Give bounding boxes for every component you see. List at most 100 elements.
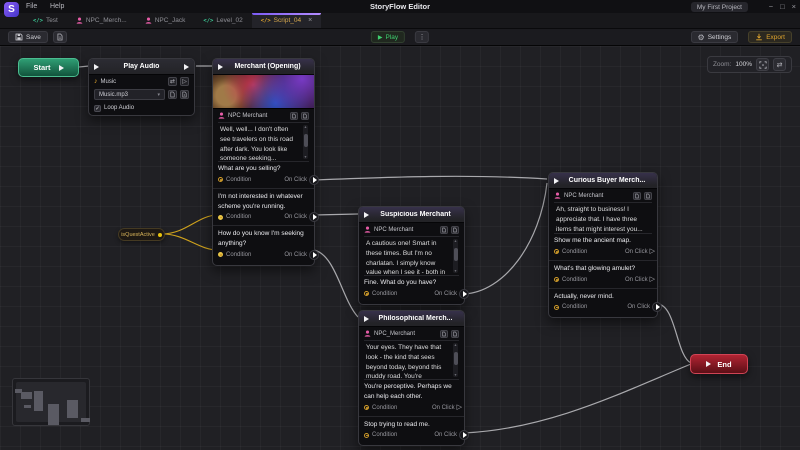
auto-layout-button[interactable]: ⇄	[773, 58, 786, 71]
swap-audio-button[interactable]: ⇄	[168, 77, 177, 86]
scrollbar-thumb[interactable]	[454, 352, 458, 365]
variable-node-isquestactive[interactable]: isQuestActive	[118, 228, 165, 241]
dialogue-option[interactable]: Actually, never mind. Condition On Click	[549, 290, 657, 318]
dialogue-text-box[interactable]: Ah, straight to business! I appreciate t…	[554, 202, 652, 234]
loop-audio-checkbox[interactable]: ✓	[94, 105, 101, 112]
output-port[interactable]	[184, 64, 189, 70]
dialogue-option[interactable]: How do you know I'm seeking anything? Co…	[213, 227, 314, 265]
dialogue-option[interactable]: What's that glowing amulet? Condition On…	[549, 262, 657, 287]
input-port[interactable]	[364, 316, 369, 322]
input-port[interactable]	[94, 64, 99, 70]
input-port[interactable]	[554, 178, 559, 184]
tab-script-04[interactable]: </> Script_04 ×	[252, 13, 322, 28]
dialogue-text-box[interactable]: A cautious one! Smart in these times. Bu…	[364, 236, 459, 276]
on-click-port[interactable]	[309, 212, 319, 222]
copy-icon[interactable]	[633, 192, 641, 200]
node-start[interactable]: Start	[18, 58, 79, 77]
node-canvas[interactable]: Start Play Audio ♪ Music ⇄ ▷ Music.mp3	[0, 46, 800, 450]
node-header[interactable]: Suspicious Merchant	[359, 207, 464, 223]
dialogue-option[interactable]: What are you selling? Condition On Click	[213, 162, 314, 187]
condition-port[interactable]	[218, 252, 223, 257]
node-suspicious-merchant[interactable]: Suspicious Merchant NPC Merchant A cauti…	[358, 206, 465, 305]
copy-icon[interactable]	[440, 330, 448, 338]
on-click-port[interactable]	[459, 430, 469, 440]
dialogue-option[interactable]: Show me the ancient map. Condition On Cl…	[549, 234, 657, 259]
menu-help[interactable]: Help	[46, 0, 68, 13]
dialogue-option[interactable]: I'm not interested in whatever scheme yo…	[213, 190, 314, 225]
scroll-down-icon[interactable]: ▼	[453, 373, 458, 377]
on-click-port[interactable]: ▷	[650, 276, 655, 283]
condition-port[interactable]	[554, 277, 559, 282]
close-icon[interactable]: ×	[792, 2, 796, 11]
scroll-down-icon[interactable]: ▼	[303, 155, 308, 159]
condition-port[interactable]	[364, 405, 369, 410]
condition-port[interactable]	[218, 177, 223, 182]
new-script-button[interactable]	[53, 31, 67, 43]
on-click-port[interactable]	[459, 289, 469, 299]
output-port[interactable]	[59, 65, 64, 71]
scroll-up-icon[interactable]: ▲	[453, 343, 458, 347]
condition-port[interactable]	[364, 291, 369, 296]
edit-icon[interactable]	[451, 330, 459, 338]
dialogue-text-box[interactable]: Well, well... I don't often see traveler…	[218, 122, 309, 162]
node-header[interactable]: Philosophical Merch...	[359, 311, 464, 327]
node-end[interactable]: End	[690, 354, 748, 374]
dialogue-option[interactable]: You're perceptive. Perhaps we can help e…	[359, 380, 464, 415]
fit-view-button[interactable]	[756, 58, 769, 71]
condition-port[interactable]	[554, 249, 559, 254]
play-button[interactable]: ▶ Play	[371, 31, 405, 43]
tab-npc-jack[interactable]: NPC_Jack	[136, 13, 195, 28]
node-header[interactable]: Curious Buyer Merch...	[549, 173, 657, 189]
project-name-badge[interactable]: My First Project	[691, 2, 748, 12]
settings-button[interactable]: ⚙ Settings	[691, 31, 739, 43]
on-click-port[interactable]	[652, 302, 662, 312]
input-port[interactable]	[706, 361, 711, 367]
import-file-button[interactable]	[180, 90, 189, 99]
tab-close-icon[interactable]: ×	[308, 17, 312, 24]
input-port[interactable]	[364, 212, 369, 218]
copy-icon[interactable]	[440, 226, 448, 234]
scroll-down-icon[interactable]: ▼	[453, 269, 458, 273]
on-click-port[interactable]	[309, 175, 319, 185]
condition-port[interactable]	[364, 433, 369, 438]
scrollbar-thumb[interactable]	[454, 248, 458, 261]
on-click-port[interactable]: ▷	[457, 404, 462, 411]
node-header[interactable]: Merchant (Opening)	[213, 59, 314, 75]
browse-file-button[interactable]	[168, 90, 177, 99]
dialogue-text-box[interactable]: Your eyes. They have that look - the kin…	[364, 340, 459, 380]
node-merchant-opening[interactable]: Merchant (Opening) NPC Merchant Well, we…	[212, 58, 315, 266]
variable-output-port[interactable]	[158, 233, 162, 237]
minimize-icon[interactable]: −	[769, 2, 773, 11]
tab-level-02[interactable]: </> Level_02	[194, 13, 251, 28]
menu-file[interactable]: File	[22, 0, 41, 13]
play-options-button[interactable]: ⋮	[415, 31, 429, 43]
scrollbar[interactable]: ▲ ▼	[453, 343, 458, 377]
maximize-icon[interactable]: □	[780, 2, 785, 11]
node-curious-buyer-merchant[interactable]: Curious Buyer Merch... NPC Merchant Ah, …	[548, 172, 658, 318]
minimap[interactable]	[12, 378, 90, 426]
audio-file-select[interactable]: Music.mp3 ▾	[94, 89, 165, 100]
on-click-port[interactable]	[309, 250, 319, 260]
scroll-up-icon[interactable]: ▲	[303, 125, 308, 129]
export-button[interactable]: Export	[748, 31, 792, 43]
edit-icon[interactable]	[451, 226, 459, 234]
save-button[interactable]: Save	[8, 31, 48, 43]
tab-npc-merch[interactable]: NPC_Merch...	[67, 13, 136, 28]
scrollbar-thumb[interactable]	[304, 134, 308, 147]
node-philosophical-merchant[interactable]: Philosophical Merch... NPC_Merchant Your…	[358, 310, 465, 446]
copy-icon[interactable]	[290, 112, 298, 120]
edit-icon[interactable]	[301, 112, 309, 120]
condition-port[interactable]	[554, 305, 559, 310]
scrollbar[interactable]: ▲ ▼	[453, 239, 458, 273]
edit-icon[interactable]	[644, 192, 652, 200]
scroll-up-icon[interactable]: ▲	[453, 239, 458, 243]
scrollbar[interactable]: ▲ ▼	[303, 125, 308, 159]
dialogue-option[interactable]: Stop trying to read me. Condition On Cli…	[359, 418, 464, 446]
input-port[interactable]	[218, 64, 223, 70]
tab-test[interactable]: </> Test	[24, 13, 67, 28]
on-click-port[interactable]: ▷	[650, 248, 655, 255]
node-play-audio[interactable]: Play Audio ♪ Music ⇄ ▷ Music.mp3 ▾	[88, 58, 195, 116]
node-header[interactable]: Play Audio	[89, 59, 194, 75]
preview-audio-button[interactable]: ▷	[180, 77, 189, 86]
condition-port[interactable]	[218, 215, 223, 220]
